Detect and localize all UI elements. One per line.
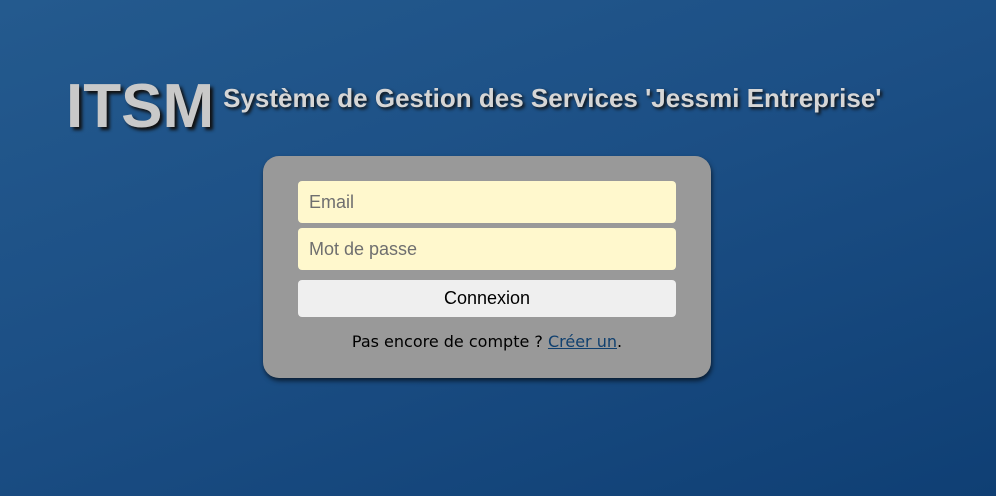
email-field[interactable] [298, 181, 676, 223]
password-field[interactable] [298, 228, 676, 270]
app-logo: ITSM [66, 72, 215, 141]
signup-prompt-suffix: . [617, 332, 623, 351]
signup-prompt: Pas encore de compte ? Créer un. [263, 332, 711, 351]
login-button[interactable]: Connexion [298, 280, 676, 317]
page-header: ITSM Système de Gestion des Services 'Je… [66, 74, 881, 138]
create-account-link[interactable]: Créer un [548, 332, 617, 351]
signup-prompt-text: Pas encore de compte ? [351, 332, 548, 351]
login-form: Connexion Pas encore de compte ? Créer u… [263, 156, 711, 378]
page-title: Système de Gestion des Services 'Jessmi … [223, 83, 882, 113]
